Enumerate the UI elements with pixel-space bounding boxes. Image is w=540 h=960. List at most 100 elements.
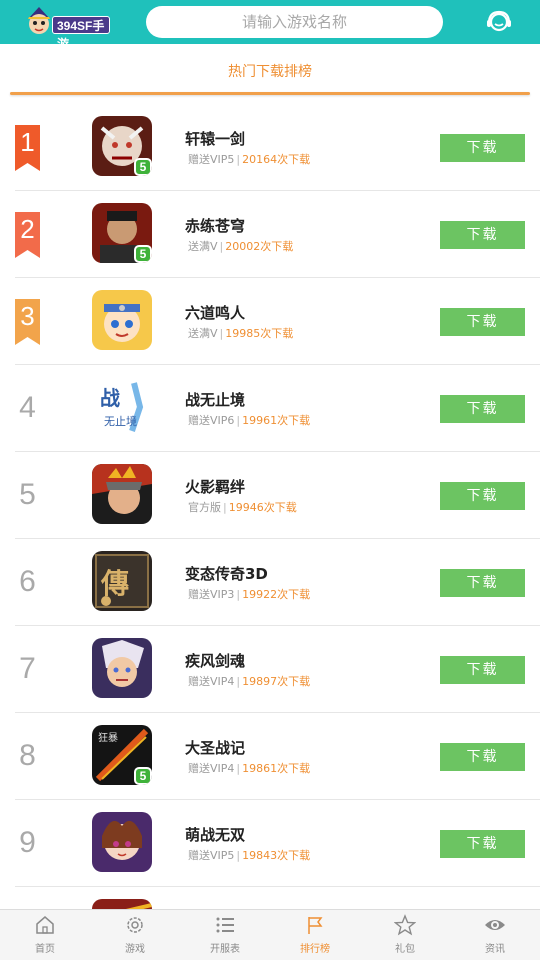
game-tag: 赠送VIP4 xyxy=(188,675,235,688)
meta-separator: | xyxy=(219,240,224,253)
mascot-icon xyxy=(28,7,50,34)
game-icon[interactable]: 5 xyxy=(92,116,152,176)
nav-label: 礼包 xyxy=(395,944,415,955)
game-name[interactable]: 大圣战记 xyxy=(185,737,245,758)
nav-label: 游戏 xyxy=(125,944,145,955)
game-tag: 送满V xyxy=(188,240,218,253)
game-row[interactable]: 5 火影羁绊 官方版 | 19946次下载 下载 xyxy=(15,452,540,539)
nav-item-list[interactable]: 开服表 xyxy=(180,910,270,960)
game-row[interactable]: 1 5 轩辕一剑 赠送VIP5 | 20164次下载 下载 xyxy=(15,104,540,191)
app-logo[interactable]: 394SF手游 xyxy=(24,5,110,51)
list-icon xyxy=(214,914,236,936)
game-icon[interactable] xyxy=(92,290,152,350)
game-meta: 赠送VIP4 | 19897次下载 xyxy=(188,673,310,689)
gear-icon xyxy=(124,914,146,936)
download-count: 19985次下载 xyxy=(225,327,294,340)
game-name[interactable]: 疾风剑魂 xyxy=(185,650,245,671)
game-meta: 赠送VIP4 | 19861次下载 xyxy=(188,760,310,776)
rank-number: 9 xyxy=(19,826,36,859)
game-name[interactable]: 变态传奇3D xyxy=(185,563,268,584)
meta-separator: | xyxy=(236,762,241,775)
game-icon[interactable]: 战无止境 xyxy=(92,377,152,437)
nav-item-home[interactable]: 首页 xyxy=(0,910,90,960)
game-icon[interactable] xyxy=(92,638,152,698)
eye-icon xyxy=(484,914,506,936)
game-row[interactable]: 3 六道鸣人 送满V | 19985次下载 下载 xyxy=(15,278,540,365)
game-row[interactable]: 2 5 赤练苍穹 送满V | 20002次下载 下载 xyxy=(15,191,540,278)
title-underline xyxy=(10,92,530,95)
download-count: 19843次下载 xyxy=(242,849,311,862)
game-row[interactable]: 4 战无止境 战无止境 赠送VIP6 | 19961次下载 下载 xyxy=(15,365,540,452)
game-row[interactable]: 6 傳 变态传奇3D 赠送VIP3 | 19922次下载 下载 xyxy=(15,539,540,626)
level-badge: 5 xyxy=(134,767,152,785)
game-tag: 赠送VIP5 xyxy=(188,153,235,166)
game-icon[interactable]: 5 xyxy=(92,203,152,263)
meta-separator: | xyxy=(219,327,224,340)
game-row[interactable]: 8 狂暴 5 大圣战记 赠送VIP4 | 19861次下载 下载 xyxy=(15,713,540,800)
rank-ribbon-icon: 2 xyxy=(15,212,40,258)
download-count: 20164次下载 xyxy=(242,153,311,166)
game-tag: 赠送VIP3 xyxy=(188,588,235,601)
level-badge: 5 xyxy=(134,158,152,176)
game-icon[interactable]: 傳 xyxy=(92,551,152,611)
download-button[interactable]: 下载 xyxy=(440,221,525,249)
game-name[interactable]: 萌战无双 xyxy=(185,824,245,845)
meta-separator: | xyxy=(223,501,227,514)
nav-item-star[interactable]: 礼包 xyxy=(360,910,450,960)
download-button[interactable]: 下载 xyxy=(440,656,525,684)
download-count: 19961次下载 xyxy=(242,414,311,427)
nav-item-gear[interactable]: 游戏 xyxy=(90,910,180,960)
rank-number: 2 xyxy=(20,214,35,244)
download-button[interactable]: 下载 xyxy=(440,134,525,162)
download-button[interactable]: 下载 xyxy=(440,395,525,423)
game-name[interactable]: 战无止境 xyxy=(185,389,245,410)
download-button[interactable]: 下载 xyxy=(440,482,525,510)
game-ranking-list: 1 5 轩辕一剑 赠送VIP5 | 20164次下载 下载 2 5 赤练苍穹 送满V… xyxy=(15,104,540,960)
rank-number: 1 xyxy=(20,127,35,157)
game-tag: 赠送VIP5 xyxy=(188,849,235,862)
nav-item-flag[interactable]: 排行榜 xyxy=(270,910,360,960)
meta-separator: | xyxy=(236,675,241,688)
game-tag: 赠送VIP4 xyxy=(188,762,235,775)
game-name[interactable]: 赤练苍穹 xyxy=(185,215,245,236)
game-row[interactable]: 9 萌战无双 赠送VIP5 | 19843次下载 下载 xyxy=(15,800,540,887)
customer-service-icon[interactable] xyxy=(485,8,513,36)
game-icon[interactable]: 狂暴 5 xyxy=(92,725,152,785)
nav-label: 首页 xyxy=(35,944,55,955)
nav-item-eye[interactable]: 资讯 xyxy=(450,910,540,960)
download-count: 20002次下载 xyxy=(225,240,294,253)
svg-text:傳: 傳 xyxy=(100,567,129,600)
rank-number: 3 xyxy=(20,301,35,331)
download-count: 19922次下载 xyxy=(242,588,311,601)
download-count: 19861次下载 xyxy=(242,762,311,775)
rank-number: 7 xyxy=(19,652,36,685)
nav-label: 资讯 xyxy=(485,944,505,955)
download-button[interactable]: 下载 xyxy=(440,569,525,597)
download-count: 19946次下载 xyxy=(228,501,297,514)
game-name[interactable]: 轩辕一剑 xyxy=(185,128,245,149)
game-meta: 赠送VIP5 | 20164次下载 xyxy=(188,151,310,167)
rank-ribbon-icon: 3 xyxy=(15,299,40,345)
game-icon[interactable] xyxy=(92,812,152,872)
meta-separator: | xyxy=(236,588,241,601)
game-icon[interactable] xyxy=(92,464,152,524)
game-name[interactable]: 六道鸣人 xyxy=(185,302,245,323)
download-button[interactable]: 下载 xyxy=(440,743,525,771)
game-meta: 赠送VIP6 | 19961次下载 xyxy=(188,412,310,428)
rank-ribbon-icon: 1 xyxy=(15,125,40,171)
meta-separator: | xyxy=(236,153,241,166)
rank-number: 4 xyxy=(19,391,36,424)
game-name[interactable]: 火影羁绊 xyxy=(185,476,245,497)
search-input[interactable]: 请输入游戏名称 xyxy=(146,6,443,38)
download-button[interactable]: 下载 xyxy=(440,830,525,858)
rank-number: 5 xyxy=(19,478,36,511)
rank-number: 8 xyxy=(19,739,36,772)
logo-text: 394SF手游 xyxy=(52,16,110,51)
meta-separator: | xyxy=(236,414,241,427)
game-meta: 赠送VIP5 | 19843次下载 xyxy=(188,847,310,863)
game-row[interactable]: 7 疾风剑魂 赠送VIP4 | 19897次下载 下载 xyxy=(15,626,540,713)
svg-text:狂暴: 狂暴 xyxy=(98,732,118,744)
download-button[interactable]: 下载 xyxy=(440,308,525,336)
rank-number: 6 xyxy=(19,565,36,598)
nav-label: 排行榜 xyxy=(300,944,330,955)
